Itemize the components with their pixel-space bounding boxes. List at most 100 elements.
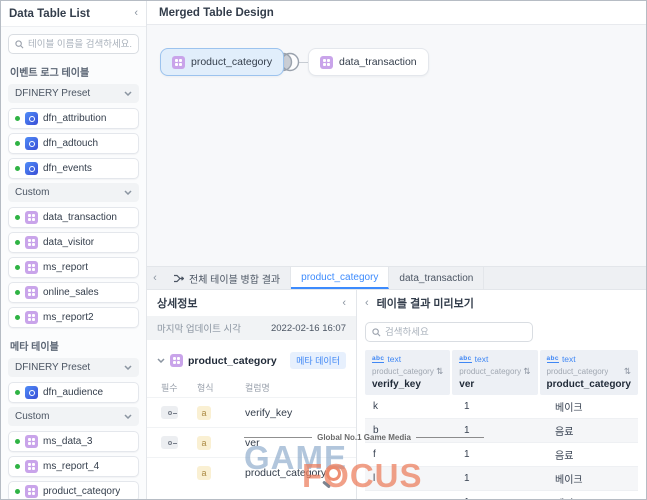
sidebar-group-custom[interactable]: Custom bbox=[8, 183, 139, 202]
status-dot bbox=[15, 464, 20, 469]
sidebar-item-label: ms_report_4 bbox=[43, 461, 99, 472]
sidebar-collapse-icon[interactable]: ‹ bbox=[134, 8, 138, 19]
preview-panel: ‹ 테이블 결과 미리보기 abc text product_category … bbox=[357, 290, 646, 499]
detail-column-row[interactable]: a verify_key bbox=[147, 397, 356, 427]
status-dot bbox=[15, 439, 20, 444]
sidebar-item-label: online_sales bbox=[43, 287, 99, 298]
sidebar-item-ms_report_4[interactable]: ms_report_4 bbox=[8, 456, 139, 477]
main-area: Merged Table Design product_category dat… bbox=[147, 1, 646, 499]
preview-collapse-icon[interactable]: ‹ bbox=[365, 298, 369, 309]
node-product-category[interactable]: product_category bbox=[160, 48, 284, 76]
sidebar-header: Data Table List ‹ bbox=[1, 1, 146, 27]
sidebar-item-label: product_cateqory bbox=[43, 486, 120, 497]
tab-product_category[interactable]: product_category bbox=[291, 267, 389, 289]
detail-column-row[interactable]: a ver bbox=[147, 427, 356, 457]
custom-table-icon bbox=[320, 56, 333, 69]
preview-search[interactable] bbox=[365, 322, 533, 342]
preview-column-header-product_category[interactable]: abc text product_category ⇅ product_cate… bbox=[540, 350, 638, 395]
sort-icon[interactable]: ⇅ bbox=[624, 366, 631, 377]
sidebar-item-dfn_events[interactable]: dfn_events bbox=[8, 158, 139, 179]
sidebar-item-label: ms_report bbox=[43, 262, 88, 273]
merge-canvas[interactable]: product_category data_transaction bbox=[147, 25, 646, 266]
preview-data-row[interactable]: l 1 베이크 bbox=[365, 467, 638, 491]
table-search-input[interactable] bbox=[28, 39, 132, 50]
status-dot bbox=[15, 116, 20, 121]
detail-collapse-icon[interactable]: ‹ bbox=[342, 298, 346, 309]
preview-search-input[interactable] bbox=[385, 327, 526, 338]
node-label: data_transaction bbox=[339, 56, 417, 68]
detail-title: 상세정보 bbox=[157, 295, 197, 311]
sidebar-item-dfn_audience[interactable]: dfn_audience bbox=[8, 382, 139, 403]
sidebar-item-label: data_visitor bbox=[43, 237, 94, 248]
sidebar-group-custom[interactable]: Custom bbox=[8, 407, 139, 426]
preview-data-row[interactable]: b 1 음료 bbox=[365, 419, 638, 443]
preview-data-row[interactable]: f 1 음료 bbox=[365, 443, 638, 467]
search-icon bbox=[15, 40, 24, 49]
sidebar-item-ms_report2[interactable]: ms_report2 bbox=[8, 307, 139, 328]
tab-전체-테이블-병합-결과[interactable]: 전체 테이블 병합 결과 bbox=[163, 267, 291, 289]
chevron-down-icon bbox=[157, 358, 165, 363]
sidebar-item-label: ms_data_3 bbox=[43, 436, 92, 447]
search-icon bbox=[372, 328, 381, 337]
sidebar: Data Table List ‹ 이벤트 로그 테이블DFINERY Pres… bbox=[1, 1, 147, 499]
sidebar-item-ms_data_3[interactable]: ms_data_3 bbox=[8, 431, 139, 452]
column-name: product_category bbox=[245, 467, 346, 479]
sidebar-group-dfinery-preset[interactable]: DFINERY Preset bbox=[8, 84, 139, 103]
preview-column-name: product_category bbox=[547, 379, 631, 390]
custom-table-icon bbox=[25, 460, 38, 473]
status-dot bbox=[15, 240, 20, 245]
sidebar-item-product_cateqory[interactable]: product_cateqory bbox=[8, 481, 139, 499]
bottom-panel: ‹ 전체 테이블 병합 결과product_categorydata_trans… bbox=[147, 266, 646, 499]
format-text-badge: a bbox=[197, 436, 211, 450]
preview-column-header-ver[interactable]: abc text product_category ⇅ ver bbox=[452, 350, 537, 395]
last-update-label: 마지막 업데이트 시각 bbox=[157, 321, 241, 335]
status-dot bbox=[15, 390, 20, 395]
preview-column-header-verify_key[interactable]: abc text product_category ⇅ verify_key bbox=[365, 350, 450, 395]
sidebar-item-data_visitor[interactable]: data_visitor bbox=[8, 232, 139, 253]
required-key-badge bbox=[161, 406, 178, 419]
preview-table: abc text product_category ⇅ verify_key a… bbox=[365, 350, 638, 500]
section-label: 메타 테이블 bbox=[10, 338, 137, 353]
preview-data-row[interactable]: p 1 베이크 bbox=[365, 491, 638, 500]
tabs: 전체 테이블 병합 결과product_categorydata_transac… bbox=[163, 267, 484, 289]
custom-table-icon bbox=[25, 485, 38, 498]
chevron-down-icon bbox=[124, 190, 132, 195]
status-dot bbox=[15, 489, 20, 494]
preview-data-row[interactable]: k 1 베이크 bbox=[365, 395, 638, 419]
sidebar-item-data_transaction[interactable]: data_transaction bbox=[8, 207, 139, 228]
detail-table-header: 필수 형식 컬럼명 bbox=[147, 377, 356, 397]
node-data-transaction[interactable]: data_transaction bbox=[308, 48, 429, 76]
sort-icon[interactable]: ⇅ bbox=[523, 366, 530, 377]
sidebar-item-dfn_adtouch[interactable]: dfn_adtouch bbox=[8, 133, 139, 154]
detail-table-name: product_category bbox=[188, 355, 277, 367]
chevron-down-icon bbox=[124, 91, 132, 96]
sidebar-item-label: data_transaction bbox=[43, 212, 117, 223]
custom-table-icon bbox=[25, 211, 38, 224]
preview-column-name: verify_key bbox=[372, 379, 443, 390]
tab-data_transaction[interactable]: data_transaction bbox=[389, 267, 484, 289]
sidebar-item-ms_report[interactable]: ms_report bbox=[8, 257, 139, 278]
status-dot bbox=[15, 166, 20, 171]
sidebar-item-online_sales[interactable]: online_sales bbox=[8, 282, 139, 303]
table-search[interactable] bbox=[8, 34, 139, 54]
custom-table-icon bbox=[172, 56, 185, 69]
status-dot bbox=[15, 290, 20, 295]
sidebar-item-dfn_attribution[interactable]: dfn_attribution bbox=[8, 108, 139, 129]
preview-column-name: ver bbox=[459, 379, 530, 390]
sidebar-group-dfinery-preset[interactable]: DFINERY Preset bbox=[8, 358, 139, 377]
result-tabbar: ‹ 전체 테이블 병합 결과product_categorydata_trans… bbox=[147, 267, 646, 290]
preview-title: 테이블 결과 미리보기 bbox=[377, 295, 474, 311]
detail-column-row[interactable]: a product_category bbox=[147, 457, 356, 487]
format-text-badge: a bbox=[197, 406, 211, 420]
app-root: Data Table List ‹ 이벤트 로그 테이블DFINERY Pres… bbox=[0, 0, 647, 500]
dfinery-table-icon bbox=[25, 162, 38, 175]
detail-table-section[interactable]: product_category 메타 데이터 bbox=[147, 340, 356, 377]
detail-panel: 상세정보 ‹ 마지막 업데이트 시각 2022-02-16 16:07 prod… bbox=[147, 290, 357, 499]
sort-icon[interactable]: ⇅ bbox=[436, 366, 443, 377]
custom-table-icon bbox=[25, 236, 38, 249]
detail-columns-table: 필수 형식 컬럼명 a verify_key a ver a product_c… bbox=[147, 377, 356, 487]
custom-table-icon bbox=[170, 354, 183, 367]
merge-icon bbox=[173, 274, 184, 283]
status-dot bbox=[15, 265, 20, 270]
tabs-scroll-left-icon[interactable]: ‹ bbox=[147, 267, 163, 289]
